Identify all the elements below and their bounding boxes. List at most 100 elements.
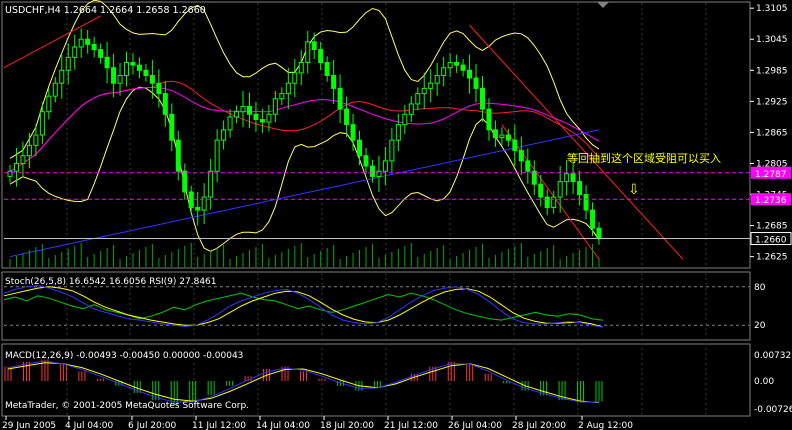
candle-body (78, 38, 84, 48)
current-price-label: 1.2660 (755, 236, 787, 246)
candle-body (305, 41, 311, 64)
candle-body (285, 82, 291, 95)
candle-body (369, 165, 375, 177)
price-tick-label: 1.2865 (756, 128, 788, 138)
level-label: 1.2736 (755, 196, 787, 206)
level-labels: 1.2787 1.2736 1.2660 (750, 166, 792, 246)
candle-body (596, 227, 602, 240)
time-tick-label: 2 Aug 12:00 (578, 421, 633, 430)
candle-body (454, 62, 460, 66)
candle-body (421, 87, 427, 95)
candle-body (253, 113, 259, 120)
candle-body (460, 64, 466, 71)
time-tick-label: 18 Jul 20:00 (320, 421, 374, 430)
candle-body (434, 74, 440, 84)
candle-body (402, 113, 408, 126)
time-tick-label: 29 Jun 2005 (2, 421, 56, 430)
copyright-text: MetaTrader, © 2001-2005 MetaQuotes Softw… (5, 401, 249, 411)
candle-body (544, 196, 550, 208)
time-tick-label: 11 Jul 12:00 (192, 421, 246, 430)
candle-body (344, 108, 350, 126)
candle-body (162, 93, 168, 115)
candle-body (259, 118, 265, 123)
candle-body (395, 124, 401, 141)
candle-body (441, 67, 447, 76)
candle-body (104, 56, 110, 69)
candle-body (428, 82, 434, 89)
candle-body (382, 160, 388, 172)
candle-body (318, 49, 324, 64)
price-tick-label: 1.2685 (756, 222, 788, 232)
candle-body (518, 150, 524, 162)
candle-body (52, 82, 58, 97)
candle-body (208, 170, 214, 198)
price-tick-label: 1.3105 (756, 4, 788, 14)
candle-body (324, 62, 330, 76)
candle-body (525, 160, 531, 172)
candle-body (195, 206, 201, 211)
candle-body (182, 170, 188, 193)
candle-body (590, 209, 596, 229)
candle-body (486, 108, 492, 131)
candle-body (363, 155, 369, 167)
candle-body (240, 106, 246, 113)
candle-body (331, 74, 337, 89)
candle-body (415, 93, 421, 105)
stoch-tick-20: 20 (754, 321, 766, 331)
candle-body (39, 111, 45, 136)
candle-body (376, 170, 382, 177)
candle-body (557, 181, 563, 198)
candle-body (279, 93, 285, 100)
macd-label: MACD(12,26,9) -0.00493 -0.00450 0.00000 … (5, 351, 243, 361)
candle-body (492, 129, 498, 139)
candle-body (538, 183, 544, 198)
time-tick-label: 26 Jul 04:00 (448, 421, 502, 430)
candle-body (46, 95, 52, 113)
price-tick-label: 1.3045 (756, 35, 788, 45)
candle-body (13, 162, 19, 172)
candle-body (91, 43, 97, 51)
candle-body (292, 72, 298, 84)
candle-body (214, 139, 220, 172)
candle-body (311, 41, 317, 51)
candle-body (583, 194, 589, 211)
candle-body (551, 196, 557, 208)
forex-chart: USDCHF,H4 1.2664 1.2664 1.2658 1.2660 等回… (0, 0, 792, 430)
candle-body (389, 139, 395, 162)
candle-body (337, 87, 343, 110)
candle-body (136, 64, 142, 71)
time-tick-label: 28 Jul 20:00 (512, 421, 566, 430)
candle-body (512, 139, 518, 152)
candle-body (221, 129, 227, 141)
candle-body (499, 134, 505, 139)
price-tick-label: 1.2925 (756, 97, 788, 107)
chart-background (0, 0, 792, 430)
price-tick-label: 1.2625 (756, 253, 788, 263)
candle-body (85, 38, 91, 45)
stoch-tick-80: 80 (754, 283, 766, 293)
level-label: 1.2787 (755, 170, 787, 180)
time-tick-label: 21 Jul 12:00 (384, 421, 438, 430)
candle-body (467, 69, 473, 79)
candle-body (473, 77, 479, 89)
candle-body (175, 139, 181, 172)
candle-body (505, 134, 511, 141)
candle-body (26, 144, 32, 157)
candle-body (266, 113, 272, 123)
candle-body (156, 82, 162, 95)
candle-body (272, 98, 278, 115)
candle-body (234, 111, 240, 118)
candle-body (227, 116, 233, 131)
candle-body (577, 181, 583, 196)
candle-body (33, 134, 39, 146)
candle-body (479, 87, 485, 110)
time-tick-label: 14 Jul 04:00 (256, 421, 310, 430)
candle-body (20, 155, 26, 164)
candle-body (298, 62, 304, 74)
candle-body (117, 74, 123, 84)
candle-body (124, 62, 130, 76)
candle-body (564, 173, 570, 183)
candle-body (188, 191, 194, 208)
symbol-header: USDCHF,H4 1.2664 1.2664 1.2658 1.2660 (5, 5, 206, 16)
down-arrow-icon: ⇩ (628, 182, 640, 198)
